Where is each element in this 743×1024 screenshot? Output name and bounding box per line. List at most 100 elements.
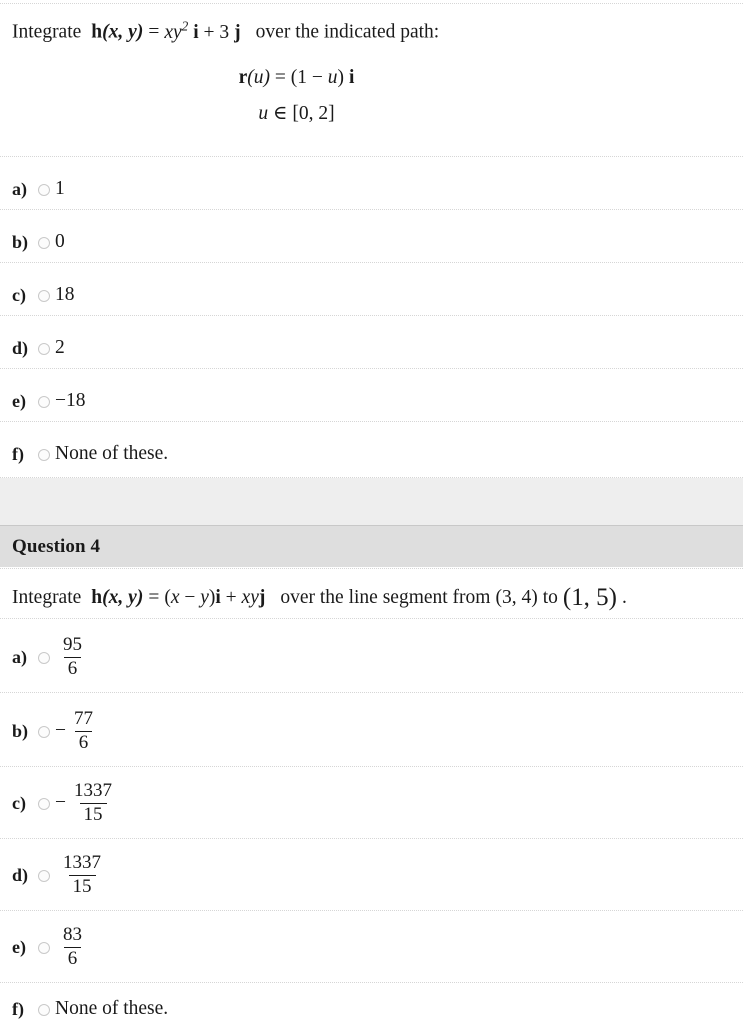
option-value: None of these.: [55, 998, 169, 1019]
separator-rule: [0, 368, 743, 369]
radio-button-q4-f[interactable]: [38, 1004, 50, 1016]
option-row-q4-e[interactable]: e) 83 6: [0, 912, 743, 982]
stem-point-to: (1, 5): [562, 584, 617, 611]
stem-fn-rhs-q4: (x − y)i + xyj: [164, 587, 266, 609]
option-row-q4-d[interactable]: d) 1337 15: [0, 840, 743, 910]
stem-fn-lhs-q4: h: [91, 587, 103, 609]
question-stem-text-q4: Integrate h(x, y) = (x − y)i + xyj over the …: [12, 584, 627, 611]
radio-button-q3-a[interactable]: [38, 184, 50, 196]
fraction: 1337 15: [70, 779, 116, 826]
stem-fn-rhs-q3: xy2 i + 3j: [164, 18, 241, 43]
option-letter: d): [12, 337, 29, 358]
option-row-q4-f[interactable]: f) None of these.: [0, 994, 743, 1024]
fraction-denominator: 6: [74, 730, 93, 754]
radio-button-q3-e[interactable]: [38, 396, 50, 408]
stem-period: .: [621, 587, 627, 609]
question-header-title: Question 4: [12, 535, 101, 557]
separator-rule: [0, 209, 743, 210]
radio-button-q3-c[interactable]: [38, 290, 50, 302]
stem-intro-q4: Integrate: [12, 587, 82, 609]
option-letter: e): [12, 390, 26, 411]
option-value: 2: [55, 337, 65, 358]
fraction-numerator: 83: [63, 923, 82, 945]
option-letter: a): [12, 178, 27, 199]
radio-button-q4-e[interactable]: [38, 942, 50, 954]
option-value: 0: [55, 231, 65, 252]
option-row-q4-b[interactable]: b) − 77 6: [0, 696, 743, 766]
option-value: None of these.: [55, 443, 169, 464]
separator-rule: [0, 618, 743, 619]
option-letter: a): [12, 646, 27, 667]
fraction-denominator: 15: [79, 802, 107, 826]
display-line-r-of-u: r(u) = (1 − u) i: [238, 67, 355, 88]
separator-rule: [0, 315, 743, 316]
option-value: 95 6: [55, 633, 87, 680]
fraction-numerator: 1337: [63, 851, 101, 873]
stem-equals-q4: =: [148, 587, 160, 609]
separator-rule: [0, 910, 743, 911]
option-row-q3-b[interactable]: b) 0: [0, 223, 743, 261]
fraction: 1337 15: [59, 851, 105, 898]
radio-button-q3-f[interactable]: [38, 449, 50, 461]
stem-intro-q3: Integrate: [12, 21, 82, 43]
option-value: − 1337 15: [55, 779, 117, 826]
option-row-q3-c[interactable]: c) 18: [0, 276, 743, 314]
fraction-numerator: 1337: [74, 779, 112, 801]
separator-rule: [0, 421, 743, 422]
option-row-q3-d[interactable]: d) 2: [0, 329, 743, 367]
radio-button-q3-b[interactable]: [38, 237, 50, 249]
option-letter: f): [12, 998, 24, 1019]
radio-button-q4-b[interactable]: [38, 726, 50, 738]
option-letter: b): [12, 720, 29, 741]
separator-rule: [0, 982, 743, 983]
option-value: 83 6: [55, 923, 87, 970]
fraction: 77 6: [70, 707, 97, 754]
option-row-q3-a[interactable]: a) 1: [0, 170, 743, 208]
option-letter: b): [12, 231, 29, 252]
option-value: − 77 6: [55, 707, 98, 754]
option-row-q3-e[interactable]: e) −18: [0, 382, 743, 420]
radio-button-q4-c[interactable]: [38, 798, 50, 810]
fraction: 83 6: [59, 923, 86, 970]
option-value: 1337 15: [55, 851, 106, 898]
separator-rule: [0, 156, 743, 157]
option-value: 18: [55, 284, 75, 305]
separator-rule: [0, 262, 743, 263]
option-row-q4-c[interactable]: c) − 1337 15: [0, 768, 743, 838]
option-letter: e): [12, 936, 26, 957]
radio-button-q3-d[interactable]: [38, 343, 50, 355]
radio-button-q4-a[interactable]: [38, 652, 50, 664]
separator-rule: [0, 766, 743, 767]
separator-rule: [0, 838, 743, 839]
option-value: −18: [55, 390, 86, 411]
fraction-denominator: 15: [68, 874, 96, 898]
stem-fn-lhs-q3: h: [91, 21, 103, 43]
option-value: 1: [55, 178, 65, 199]
question-stem-q3: Integrate h(x, y) = xy2 i + 3 j over the indic…: [0, 16, 743, 47]
fraction: 95 6: [59, 633, 86, 680]
stem-point-from: (3, 4): [495, 587, 538, 609]
radio-button-q4-d[interactable]: [38, 870, 50, 882]
option-row-q3-f[interactable]: f) None of these.: [0, 435, 743, 473]
stem-equals-q3: =: [148, 21, 160, 43]
fraction-numerator: 77: [74, 707, 93, 729]
stem-to-word: to: [542, 587, 558, 609]
option-letter: d): [12, 864, 29, 885]
fraction-denominator: 6: [63, 656, 82, 680]
fraction-denominator: 6: [63, 946, 82, 970]
separator-rule: [0, 3, 743, 4]
question-stem-q4: Integrate h(x, y) = (x − y)i + xyj over the …: [0, 580, 743, 616]
fraction-numerator: 95: [63, 633, 82, 655]
separator-rule: [0, 692, 743, 693]
question-gap-band: [0, 478, 743, 525]
quiz-page: Integrate h(x, y) = xy2 i + 3 j over the indic…: [0, 0, 743, 1024]
option-row-q4-a[interactable]: a) 95 6: [0, 622, 743, 692]
option-letter: f): [12, 443, 24, 464]
separator-rule: [0, 568, 743, 569]
question-stem-text-q3: Integrate h(x, y) = xy2 i + 3 j over the indic…: [12, 18, 440, 43]
stem-tail-q3: over the indicated path:: [255, 21, 440, 43]
option-letter: c): [12, 792, 26, 813]
stem-tail-q4: over the line segment from: [280, 587, 491, 609]
option-sign: −: [55, 720, 66, 741]
display-line-u-domain: u ∈ [0, 2]: [258, 103, 335, 125]
